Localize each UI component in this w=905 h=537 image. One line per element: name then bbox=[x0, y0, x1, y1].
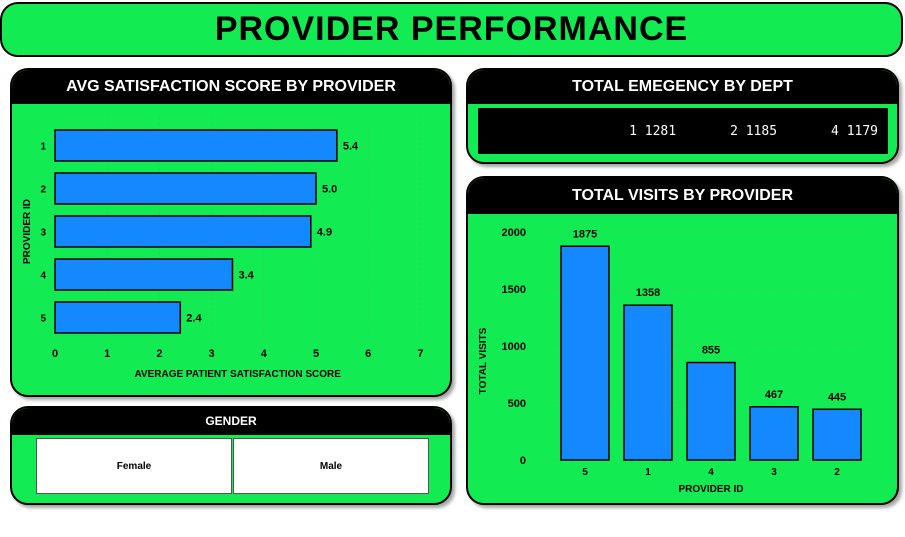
satisfaction-card: AVG SATISFACTION SCORE BY PROVIDER 0 1 2 3 4… bbox=[10, 68, 452, 397]
emergency-item: 4 1179 bbox=[831, 124, 878, 139]
emergency-card-title: TOTAL EMEGENCY BY DEPT bbox=[468, 70, 897, 104]
data-label: 3.4 bbox=[238, 270, 254, 282]
y-tick-label: 1000 bbox=[502, 341, 526, 353]
y-tick-label: 4 bbox=[40, 271, 46, 282]
x-tick-label: 0 bbox=[52, 348, 58, 360]
x-tick-label: 5 bbox=[582, 467, 588, 478]
bar bbox=[560, 245, 610, 461]
bar bbox=[623, 304, 673, 461]
bar bbox=[54, 172, 317, 205]
y-tick-label: 2000 bbox=[502, 227, 526, 239]
y-tick-label: 1 bbox=[40, 142, 46, 153]
data-label: 2.4 bbox=[186, 313, 202, 325]
y-tick-label: 1500 bbox=[502, 284, 526, 296]
data-label: 5.0 bbox=[322, 184, 337, 196]
y-tick-label: 3 bbox=[40, 228, 46, 239]
data-label: 467 bbox=[765, 389, 783, 401]
x-tick-label: 1 bbox=[104, 348, 110, 360]
emergency-value: 1179 bbox=[846, 123, 878, 139]
satisfaction-chart: 0 1 2 3 4 5 6 7 1 5.4 2 5.0 3 4.9 4 3.4 5 2.4 AVERAGE PATI… bbox=[22, 118, 423, 380]
data-label: 1875 bbox=[573, 228, 597, 240]
emergency-value: 1185 bbox=[745, 123, 778, 139]
y-axis-title: TOTAL VISITS bbox=[478, 327, 489, 394]
y-tick-label: 0 bbox=[520, 455, 526, 467]
gender-card-title: GENDER bbox=[12, 408, 450, 435]
x-tick-label: 4 bbox=[261, 348, 268, 360]
data-label: 4.9 bbox=[317, 227, 332, 239]
visits-card: TOTAL VISITS BY PROVIDER 0 500 1000 1500 200… bbox=[466, 176, 899, 505]
gender-card: GENDER Female Male bbox=[10, 406, 452, 505]
data-label: 1358 bbox=[636, 287, 660, 299]
x-axis-title: AVERAGE PATIENT SATISFACTION SCORE bbox=[134, 369, 341, 380]
x-tick-label: 3 bbox=[771, 467, 777, 478]
data-label: 855 bbox=[702, 345, 720, 357]
y-tick-label: 5 bbox=[40, 314, 46, 325]
page-title: PROVIDER PERFORMANCE bbox=[214, 10, 689, 48]
bar bbox=[54, 215, 312, 248]
bar bbox=[54, 129, 338, 162]
emergency-item: 1 1281 bbox=[629, 124, 676, 139]
bar bbox=[54, 301, 182, 334]
x-tick-label: 7 bbox=[417, 348, 423, 360]
data-label: 5.4 bbox=[343, 141, 359, 153]
emergency-item: 2 1185 bbox=[730, 124, 777, 139]
emergency-card: TOTAL EMEGENCY BY DEPT 1 1281 2 1185 4 1… bbox=[466, 68, 899, 164]
x-tick-label: 3 bbox=[209, 348, 215, 360]
bar bbox=[686, 361, 736, 461]
y-tick-label: 2 bbox=[40, 185, 46, 196]
gender-option-female[interactable]: Female bbox=[36, 438, 232, 494]
y-axis-title: PROVIDER ID bbox=[22, 199, 33, 264]
emergency-dept: 2 bbox=[730, 123, 738, 139]
x-tick-label: 4 bbox=[708, 467, 714, 478]
data-label: 445 bbox=[828, 391, 846, 403]
visits-card-title: TOTAL VISITS BY PROVIDER bbox=[468, 178, 897, 214]
x-tick-label: 5 bbox=[313, 348, 319, 360]
x-axis-title: PROVIDER ID bbox=[678, 484, 743, 495]
x-tick-label: 1 bbox=[645, 467, 651, 478]
page-title-bar: PROVIDER PERFORMANCE bbox=[0, 2, 903, 57]
bar bbox=[812, 408, 862, 461]
emergency-values: 1 1281 2 1185 4 1179 bbox=[478, 108, 888, 154]
bar bbox=[749, 406, 799, 461]
bar bbox=[54, 258, 234, 291]
x-tick-label: 6 bbox=[365, 348, 371, 360]
gender-option-male[interactable]: Male bbox=[233, 438, 429, 494]
emergency-dept: 4 bbox=[831, 123, 839, 139]
emergency-value: 1281 bbox=[644, 123, 677, 139]
y-tick-label: 500 bbox=[508, 398, 526, 410]
x-tick-label: 2 bbox=[834, 467, 840, 478]
satisfaction-card-title: AVG SATISFACTION SCORE BY PROVIDER bbox=[12, 70, 450, 104]
x-tick-label: 2 bbox=[156, 348, 162, 360]
emergency-dept: 1 bbox=[629, 123, 637, 139]
visits-chart: 0 500 1000 1500 2000 1875 5 1358 1 855 4 467 3 445 2 PR… bbox=[478, 227, 873, 495]
